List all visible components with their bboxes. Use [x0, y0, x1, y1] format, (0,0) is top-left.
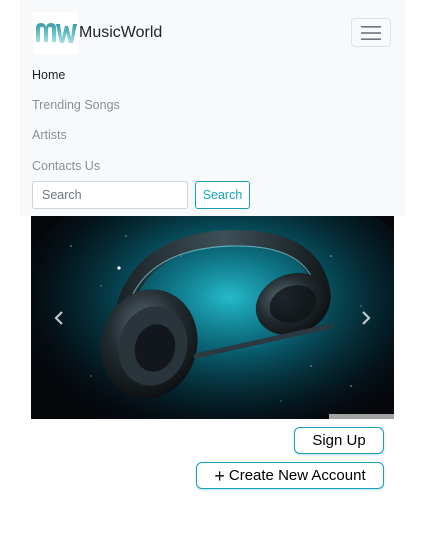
hamburger-menu-icon — [361, 25, 381, 40]
carousel-next-button[interactable] — [354, 306, 378, 330]
carousel-prev-button[interactable] — [47, 306, 71, 330]
nav-link-contacts-us[interactable]: Contacts Us — [32, 159, 100, 173]
brand-name: MusicWorld — [79, 24, 163, 41]
create-new-account-label: Create New Account — [228, 467, 366, 484]
navbar-toggler-button[interactable] — [351, 18, 391, 47]
sign-up-button[interactable]: Sign Up — [294, 427, 384, 454]
carousel — [31, 216, 394, 419]
search-input[interactable] — [32, 181, 188, 209]
nav-link-trending-songs[interactable]: Trending Songs — [32, 98, 120, 112]
plus-icon: + — [214, 465, 225, 486]
create-new-account-button[interactable]: + Create New Account — [196, 462, 384, 489]
musicworld-logo-icon — [33, 12, 78, 54]
chevron-right-icon — [362, 311, 371, 325]
brand[interactable]: MusicWorld — [33, 12, 162, 54]
headphones-image — [31, 216, 394, 419]
chevron-left-icon — [54, 311, 63, 325]
navbar: MusicWorld Home Trending Songs Artists C… — [20, 0, 406, 216]
nav-link-artists[interactable]: Artists — [32, 128, 67, 142]
search-button[interactable]: Search — [195, 181, 250, 209]
nav-link-home[interactable]: Home — [32, 68, 65, 82]
